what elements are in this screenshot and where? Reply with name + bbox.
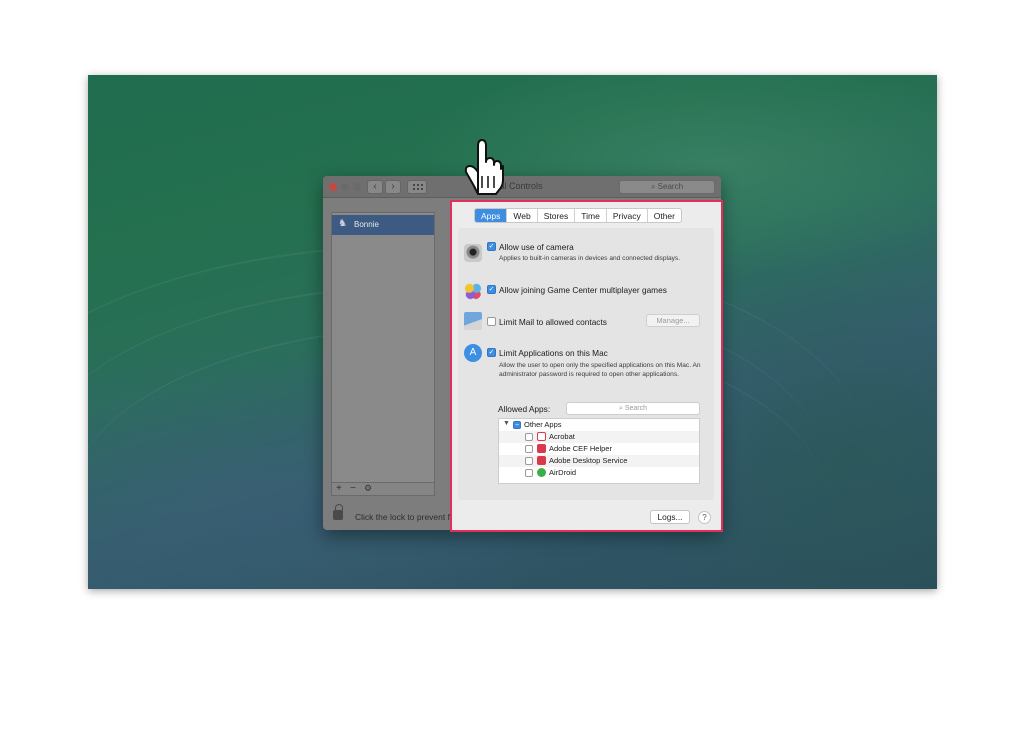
game-center-label: Allow joining Game Center multiplayer ga…: [499, 285, 667, 295]
app-checkbox[interactable]: [525, 433, 533, 441]
adobe-icon: [537, 444, 546, 453]
user-sidebar: ♞ Bonnie: [331, 212, 435, 494]
game-center-icon: [464, 282, 482, 300]
add-user-button[interactable]: +: [336, 483, 342, 494]
forward-button[interactable]: ›: [385, 180, 401, 194]
acrobat-icon: [537, 432, 546, 441]
search-placeholder: Search: [657, 182, 684, 191]
sidebar-footer: + − ⚙: [331, 482, 435, 496]
tab-other[interactable]: Other: [648, 209, 681, 222]
app-checkbox[interactable]: [525, 469, 533, 477]
mail-checkbox[interactable]: [487, 317, 496, 326]
tab-stores[interactable]: Stores: [538, 209, 576, 222]
back-button[interactable]: ‹: [367, 180, 383, 194]
tab-web[interactable]: Web: [507, 209, 538, 222]
airdroid-icon: [537, 468, 546, 477]
list-item[interactable]: Acrobat: [499, 431, 699, 443]
camera-description: Applies to built-in cameras in devices a…: [499, 255, 681, 262]
allowed-apps-search[interactable]: ⌕ Search: [566, 402, 700, 415]
limit-apps-label: Limit Applications on this Mac: [499, 348, 608, 358]
user-icon: ♞: [338, 218, 347, 229]
group-checkbox[interactable]: −: [513, 421, 521, 429]
tab-bar: Apps Web Stores Time Privacy Other: [474, 208, 682, 223]
group-name: Other Apps: [524, 420, 562, 429]
list-item[interactable]: Adobe Desktop Service: [499, 455, 699, 467]
mail-icon: [464, 312, 482, 330]
app-checkbox[interactable]: [525, 457, 533, 465]
search-icon: ⌕: [618, 405, 623, 412]
gear-icon[interactable]: ⚙: [364, 483, 372, 494]
limit-apps-checkbox[interactable]: ✓: [487, 348, 496, 357]
camera-label: Allow use of camera: [499, 242, 574, 252]
close-button[interactable]: [329, 183, 337, 191]
show-all-button[interactable]: [407, 180, 427, 194]
app-name: Acrobat: [549, 432, 575, 441]
limit-apps-description: Allow the user to open only the specifie…: [499, 362, 701, 378]
app-name: AirDroid: [549, 468, 577, 477]
sidebar-item-bonnie[interactable]: ♞ Bonnie: [332, 215, 434, 235]
list-item[interactable]: Adobe CEF Helper: [499, 443, 699, 455]
pointing-hand-cursor-icon: [464, 139, 504, 195]
game-center-checkbox[interactable]: ✓: [487, 285, 496, 294]
search-icon: ⌕: [650, 182, 656, 191]
minimize-button[interactable]: [341, 183, 349, 191]
tab-time[interactable]: Time: [575, 209, 607, 222]
disclosure-triangle-icon[interactable]: ▼: [503, 420, 510, 427]
allowed-apps-label: Allowed Apps:: [498, 404, 551, 414]
lock-icon[interactable]: [333, 504, 343, 520]
help-button[interactable]: ?: [698, 511, 711, 524]
adobe-icon: [537, 456, 546, 465]
title-bar: ‹ › Parental Controls ⌕ Search: [323, 176, 721, 198]
window-search-field[interactable]: ⌕ Search: [619, 180, 715, 194]
apps-settings-panel: Apps Web Stores Time Privacy Other ✓ All…: [450, 200, 723, 532]
camera-icon: [464, 244, 482, 262]
allowed-apps-list[interactable]: ▼ − Other Apps Acrobat Adobe CEF Helper …: [498, 418, 700, 484]
logs-button[interactable]: Logs...: [650, 510, 690, 524]
search-placeholder: Search: [624, 405, 648, 412]
app-name: Adobe Desktop Service: [549, 456, 628, 465]
list-item[interactable]: AirDroid: [499, 467, 699, 479]
camera-checkbox[interactable]: ✓: [487, 242, 496, 251]
user-name: Bonnie: [354, 220, 379, 229]
zoom-button[interactable]: [353, 183, 361, 191]
app-store-icon: A: [464, 344, 482, 362]
app-checkbox[interactable]: [525, 445, 533, 453]
app-name: Adobe CEF Helper: [549, 444, 612, 453]
remove-user-button[interactable]: −: [350, 483, 356, 494]
mail-label: Limit Mail to allowed contacts: [499, 317, 607, 327]
list-item-group[interactable]: ▼ − Other Apps: [499, 419, 699, 431]
tab-apps[interactable]: Apps: [475, 209, 508, 222]
tab-privacy[interactable]: Privacy: [607, 209, 648, 222]
manage-button[interactable]: Manage...: [646, 314, 700, 327]
